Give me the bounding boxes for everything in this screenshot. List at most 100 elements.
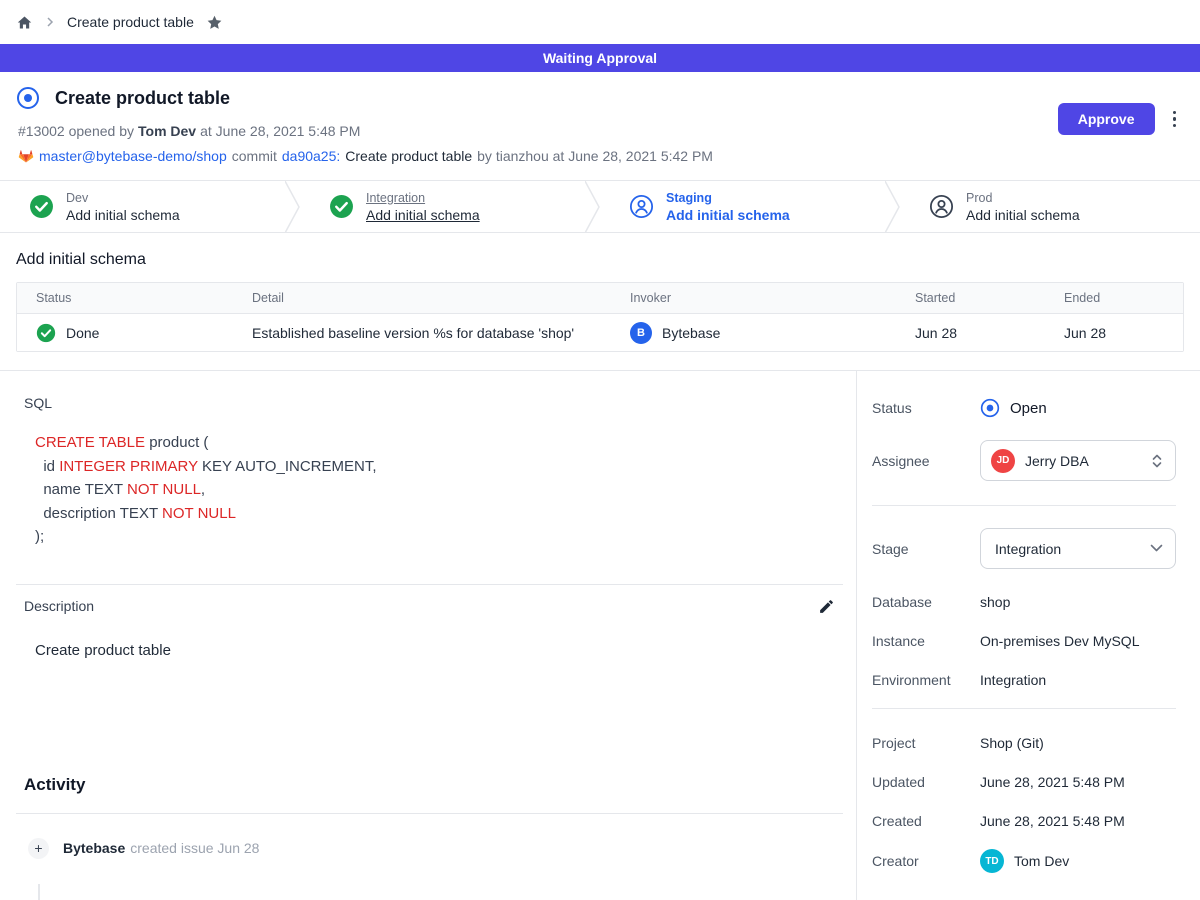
updated-label: Updated [872,774,980,790]
creator-value: Tom Dev [1014,853,1069,869]
main-panel: SQL CREATE TABLE product ( id INTEGER PR… [0,371,857,900]
divider [16,813,843,814]
stage-name: Integration [366,190,480,206]
task-heading: Add initial schema [16,251,1184,269]
status-value: Open [1010,400,1047,417]
stage-name: Dev [66,190,180,206]
stage-dev[interactable]: Dev Add initial schema [0,181,300,232]
issue-sidebar: Status Open Assignee JD Jerry DBA Stage [857,371,1200,900]
opener-name: Tom Dev [138,123,196,139]
user-circle-icon [629,194,654,219]
created-value: June 28, 2021 5:48 PM [980,813,1125,829]
description-text: Create product table [35,642,843,659]
database-value: shop [980,594,1010,610]
commit-message: Create product table [345,148,472,164]
chevron-down-icon [1150,544,1163,553]
branch-link[interactable]: master@bytebase-demo/shop [39,148,227,164]
star-icon[interactable] [206,14,223,31]
task-ended: Jun 28 [1064,325,1183,341]
updated-value: June 28, 2021 5:48 PM [980,774,1125,790]
more-options-icon[interactable] [1171,109,1179,130]
task-table: Status Detail Invoker Started Ended Done… [16,282,1184,352]
gitlab-icon [18,148,34,164]
col-started: Started [915,291,1064,305]
created-label: Created [872,813,980,829]
stage-separator [285,181,300,233]
breadcrumb-page[interactable]: Create product table [67,14,194,30]
col-invoker: Invoker [630,291,915,305]
stage-name: Prod [966,190,1080,206]
sql-code: CREATE TABLE product ( id INTEGER PRIMAR… [35,431,843,549]
stage-task: Add initial schema [66,206,180,224]
issue-meta: #13002 opened by Tom Dev at June 28, 202… [18,123,1176,139]
avatar: JD [991,449,1015,473]
stage-name: Staging [666,190,790,206]
pipeline-stages: Dev Add initial schema Integration Add i… [0,181,1200,233]
table-row[interactable]: Done Established baseline version %s for… [17,314,1183,351]
issue-number: #13002 opened by [18,123,134,139]
col-ended: Ended [1064,291,1183,305]
invoker-name: Bytebase [662,325,720,341]
instance-value: On-premises Dev MySQL [980,633,1139,649]
approve-button[interactable]: Approve [1058,103,1155,135]
stage-prod[interactable]: Prod Add initial schema [900,181,1200,232]
assignee-value: Jerry DBA [1025,453,1141,469]
col-status: Status [17,291,252,305]
opened-time: at June 28, 2021 5:48 PM [200,123,360,139]
activity-item: + Bytebase created issue Jun 28 [28,838,843,859]
sql-label: SQL [24,395,843,411]
check-circle-icon [29,194,54,219]
edit-pencil-icon[interactable] [818,598,835,615]
timeline-line [38,884,40,900]
task-section: Add initial schema Status Detail Invoker… [0,233,1200,370]
project-label: Project [872,735,980,751]
issue-open-icon [16,86,40,110]
commit-byline: by tianzhou at June 28, 2021 5:42 PM [477,148,713,164]
commit-hash-link[interactable]: da90a25: [282,148,340,164]
avatar: TD [980,849,1004,873]
home-icon[interactable] [16,14,33,31]
activity-actor: Bytebase [63,840,125,856]
col-detail: Detail [252,291,630,305]
database-label: Database [872,594,980,610]
divider [872,505,1176,506]
stage-integration[interactable]: Integration Add initial schema [300,181,600,232]
environment-label: Environment [872,672,980,688]
instance-label: Instance [872,633,980,649]
check-circle-icon [36,323,56,343]
assignee-label: Assignee [872,453,980,469]
task-started: Jun 28 [915,325,1064,341]
plus-icon: + [28,838,49,859]
divider [16,584,843,585]
environment-value: Integration [980,672,1046,688]
issue-header: Create product table #13002 opened by To… [0,72,1200,181]
avatar: B [630,322,652,344]
assignee-select[interactable]: JD Jerry DBA [980,440,1176,481]
status-label: Status [872,400,980,416]
status-banner: Waiting Approval [0,44,1200,72]
check-circle-icon [329,194,354,219]
updown-chevron-icon [1151,453,1163,469]
page-title: Create product table [55,88,230,109]
description-label: Description [24,598,94,614]
commit-word: commit [232,148,277,164]
project-value: Shop (Git) [980,735,1044,751]
task-status: Done [66,325,99,341]
activity-heading: Activity [24,775,843,795]
stage-value: Integration [991,541,1140,557]
stage-staging[interactable]: Staging Add initial schema [600,181,900,232]
stage-task: Add initial schema [666,206,790,224]
stage-label: Stage [872,541,980,557]
chevron-right-icon [45,16,55,28]
breadcrumb: Create product table [0,0,1200,44]
stage-task: Add initial schema [366,206,480,224]
stage-separator [885,181,900,233]
stage-select[interactable]: Integration [980,528,1176,569]
commit-info: master@bytebase-demo/shop commit da90a25… [18,148,1176,164]
user-circle-icon [929,194,954,219]
table-header: Status Detail Invoker Started Ended [17,283,1183,314]
creator-label: Creator [872,853,980,869]
divider [872,708,1176,709]
activity-action: created issue Jun 28 [130,840,259,856]
stage-task: Add initial schema [966,206,1080,224]
